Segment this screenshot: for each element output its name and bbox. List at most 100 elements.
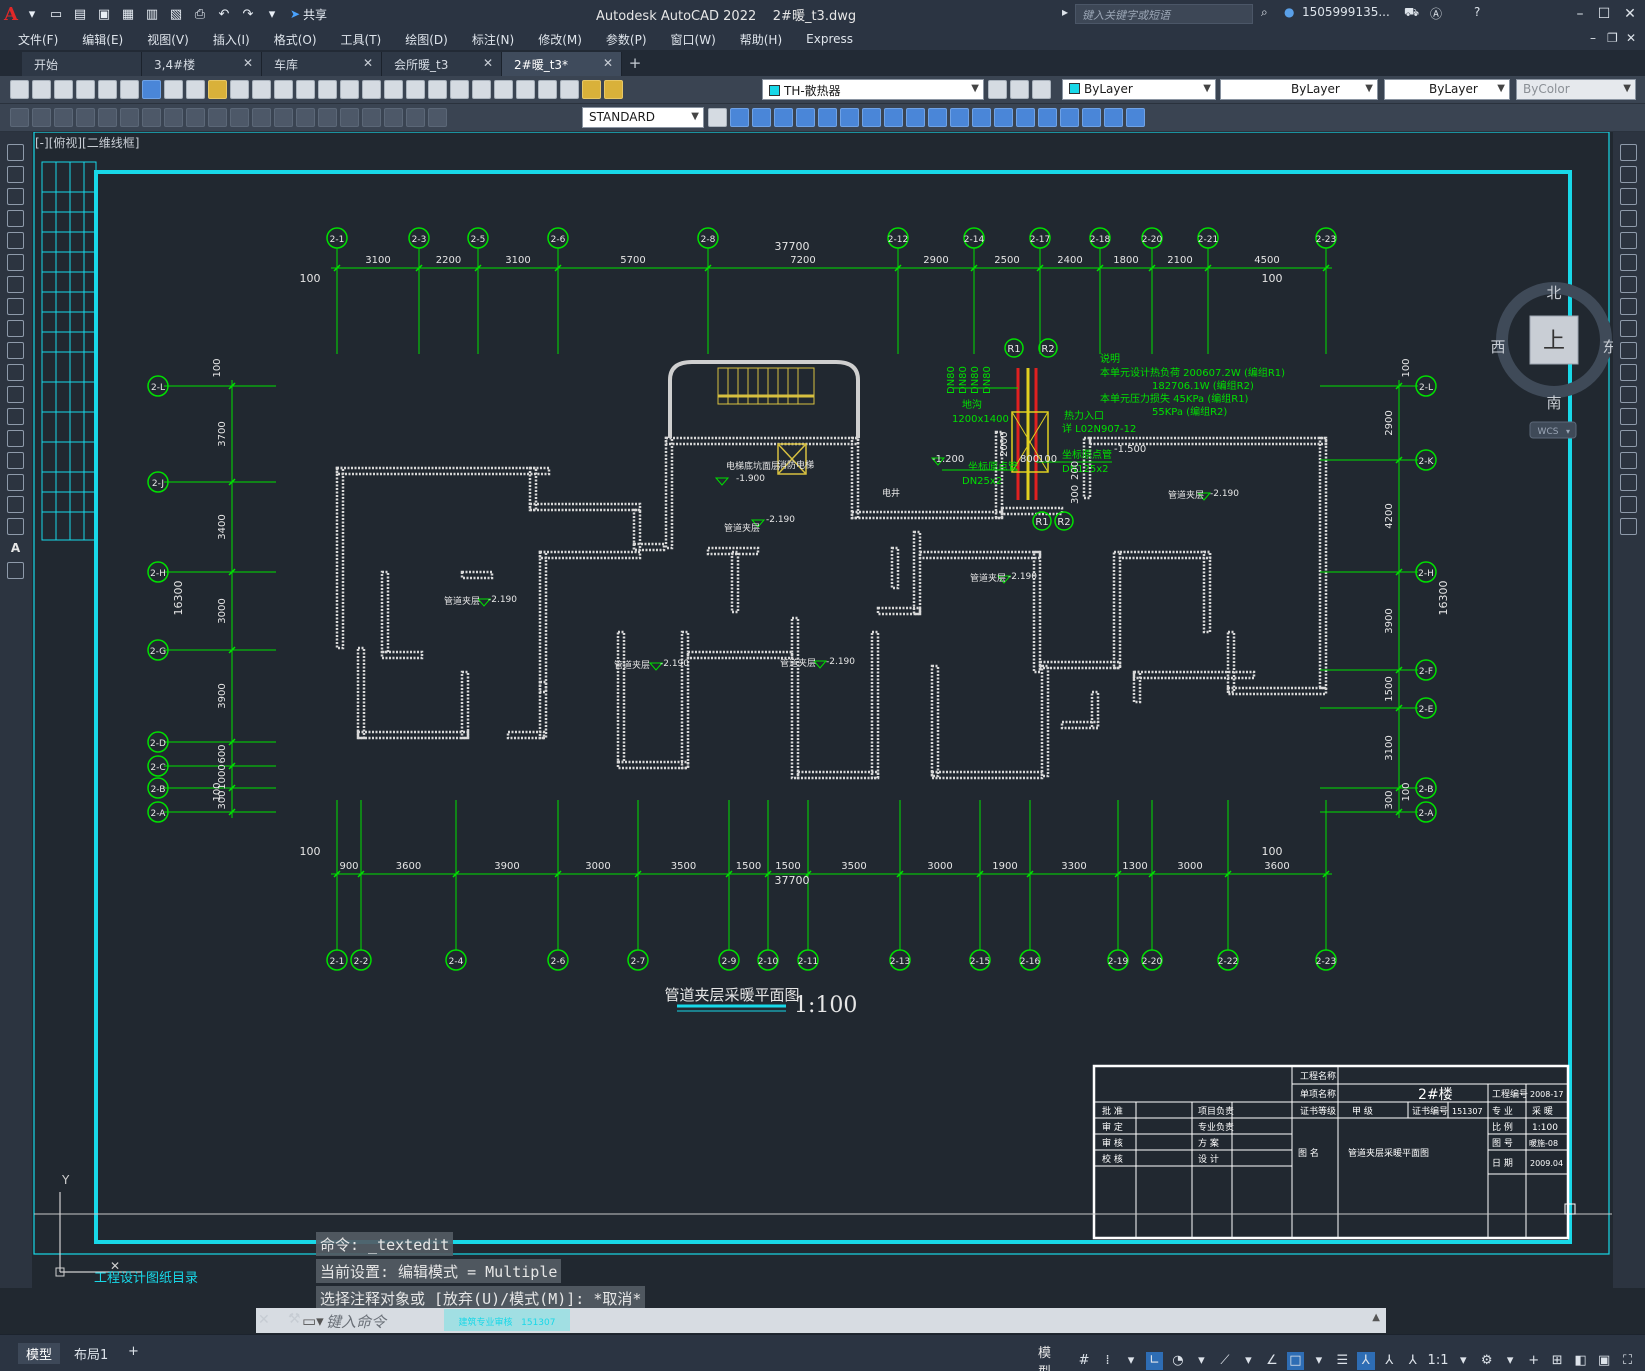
block-editor-icon[interactable] (252, 80, 271, 99)
auto-scale-icon[interactable]: ⅄ (1381, 1352, 1398, 1370)
undo-tool-icon[interactable] (274, 80, 293, 99)
tab-close-icon[interactable]: ✕ (363, 56, 373, 70)
copy-icon[interactable] (186, 80, 205, 99)
calculator-icon[interactable] (516, 80, 535, 99)
drawing-canvas[interactable]: [-][俯视][二维线框] 2-1 2-3 2-5 2-6 2-8 2-12 2-14 2-1… (32, 132, 1613, 1288)
sweep-icon[interactable] (950, 108, 969, 127)
dim-jogged-icon[interactable] (120, 108, 139, 127)
minimize-icon[interactable]: – (1568, 3, 1592, 25)
save-icon[interactable] (54, 80, 73, 99)
redo-tool-icon[interactable] (296, 80, 315, 99)
plot-icon[interactable] (76, 80, 95, 99)
tab-clubhouse[interactable]: 会所暖_t3 ✕ (382, 52, 502, 76)
dim-radius-icon[interactable] (98, 108, 117, 127)
color-dropdown[interactable]: ByLayer ▼ (1062, 79, 1216, 100)
preview-icon[interactable] (98, 80, 117, 99)
tool-palettes-icon[interactable] (450, 80, 469, 99)
markup-icon[interactable] (494, 80, 513, 99)
dim-edit-icon[interactable] (384, 108, 403, 127)
viewcube-west[interactable]: 西 (1490, 338, 1505, 356)
rectangle-icon[interactable] (7, 232, 24, 249)
ortho-icon[interactable]: ∟ (1145, 1352, 1164, 1370)
blend-icon[interactable] (1620, 496, 1637, 513)
isodraft-icon[interactable]: ⟋ (1216, 1352, 1233, 1370)
command-customize-icon[interactable]: ⚒ (288, 1311, 301, 1327)
gradient-icon[interactable] (7, 474, 24, 491)
loft-icon[interactable] (972, 108, 991, 127)
make-current-icon[interactable] (988, 80, 1007, 99)
cut-icon[interactable] (164, 80, 183, 99)
union-icon[interactable] (994, 108, 1013, 127)
circle-icon[interactable] (7, 276, 24, 293)
inspection-icon[interactable] (340, 108, 359, 127)
wedge-icon[interactable] (774, 108, 793, 127)
tab-building-34[interactable]: 3,4#楼 ✕ (142, 52, 262, 76)
model-space-label[interactable]: 模型 (1038, 1342, 1063, 1371)
offset-icon[interactable] (1620, 210, 1637, 227)
line-tool-icon[interactable] (7, 144, 24, 161)
region-icon[interactable] (7, 496, 24, 513)
menu-file[interactable]: 文件(F) (18, 31, 70, 48)
viewcube-wcs[interactable]: WCS (1538, 427, 1559, 437)
revolve-icon[interactable] (928, 108, 947, 127)
plotstyle-dropdown[interactable]: ByColor ▼ (1516, 79, 1636, 100)
table-icon[interactable] (7, 518, 24, 535)
dim-angular-icon[interactable] (164, 108, 183, 127)
isolate-icon[interactable]: ⊞ (1548, 1352, 1565, 1370)
dim-arc-icon[interactable] (54, 108, 73, 127)
layer-manager-icon[interactable] (560, 80, 579, 99)
match-prop-icon[interactable] (230, 80, 249, 99)
menu-insert[interactable]: 插入(I) (213, 31, 262, 48)
hardware-accel-icon[interactable]: ◧ (1572, 1352, 1589, 1370)
mtext-icon[interactable]: A (7, 540, 24, 557)
dimstyle-dropdown[interactable]: STANDARD ▼ (582, 107, 704, 128)
search-expand-icon[interactable]: ▸ (1062, 5, 1068, 19)
polar-icon[interactable]: ◔ (1169, 1352, 1186, 1370)
extrude-icon[interactable] (906, 108, 925, 127)
chevron-down-icon[interactable]: ▾ (1501, 1352, 1518, 1370)
layer-on-icon[interactable] (582, 80, 601, 99)
dim-linear-icon[interactable] (10, 108, 29, 127)
grid-icon[interactable]: # (1075, 1352, 1092, 1370)
dim-baseline-icon[interactable] (208, 108, 227, 127)
export-icon[interactable]: ▥ (142, 4, 162, 24)
chevron-down-icon[interactable]: ▾ (1454, 1352, 1471, 1370)
extend-icon[interactable] (1620, 364, 1637, 381)
intersect-icon[interactable] (1038, 108, 1057, 127)
qnew-icon[interactable] (10, 80, 29, 99)
chevron-down-icon[interactable]: ▾ (1122, 1352, 1139, 1370)
layer-previous-icon[interactable] (1010, 80, 1029, 99)
arc-icon[interactable] (7, 254, 24, 271)
3d-dwf-icon[interactable] (142, 80, 161, 99)
explode-icon[interactable] (1620, 518, 1637, 535)
zoom-previous-icon[interactable] (384, 80, 403, 99)
array-icon[interactable] (1620, 232, 1637, 249)
autocad-logo-icon[interactable]: A (4, 4, 18, 25)
scale-value[interactable]: 1:1 (1428, 1352, 1449, 1370)
viewcube[interactable]: 上 北 南 东 西 WCS ▾ (1464, 272, 1613, 452)
dim-ordinate-icon[interactable] (76, 108, 95, 127)
snap-icon[interactable]: ⁞ (1099, 1352, 1116, 1370)
layer-freeze-icon[interactable] (604, 80, 623, 99)
search-input[interactable]: 键入关键字或短语 (1075, 4, 1253, 24)
viewcube-east[interactable]: 东 (1602, 338, 1613, 356)
plus-icon[interactable]: + (1525, 1352, 1542, 1370)
sphere-icon[interactable] (818, 108, 837, 127)
box-icon[interactable] (752, 108, 771, 127)
doc-close-icon[interactable]: ✕ (1626, 31, 1636, 45)
add-selected-icon[interactable] (7, 562, 24, 579)
user-name[interactable]: 1505999135... (1302, 5, 1390, 19)
chevron-down-icon[interactable]: ▾ (1193, 1352, 1210, 1370)
viewcube-south[interactable]: 南 (1546, 394, 1561, 412)
subtract-icon[interactable] (1016, 108, 1035, 127)
tab-active-drawing[interactable]: 2#暖_t3* ✕ (502, 52, 622, 76)
save-as-icon[interactable]: ▦ (118, 4, 138, 24)
chevron-down-icon[interactable]: ▾ (1310, 1352, 1327, 1370)
cone-icon[interactable] (796, 108, 815, 127)
layout-tab-layout1[interactable]: 布局1 (66, 1343, 116, 1364)
layer-states-icon[interactable] (1032, 80, 1051, 99)
layer-dropdown[interactable]: TH-散热器 ▼ (762, 79, 984, 100)
tab-close-icon[interactable]: ✕ (603, 56, 613, 70)
chamfer-icon[interactable] (1620, 452, 1637, 469)
menu-modify[interactable]: 修改(M) (538, 31, 594, 48)
